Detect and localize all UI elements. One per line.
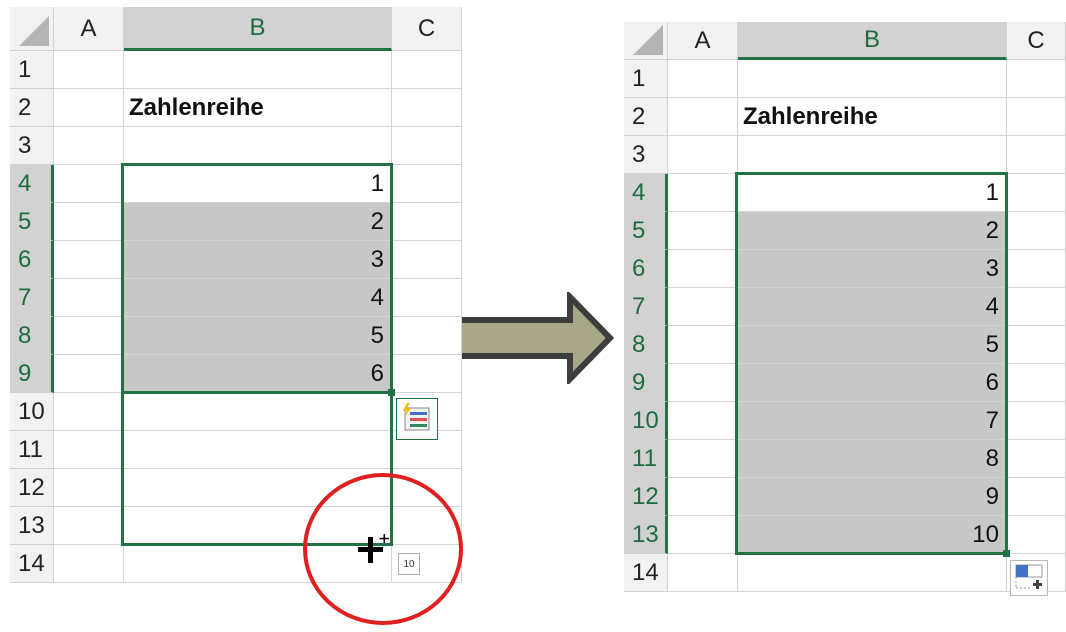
autofill-options-button[interactable]: [1010, 560, 1048, 596]
cell-c6[interactable]: [1007, 250, 1066, 288]
row-header-2[interactable]: 2: [10, 89, 54, 127]
cell-c4[interactable]: [1007, 174, 1066, 212]
cell-b3[interactable]: [124, 127, 392, 165]
cell-c12[interactable]: [1007, 478, 1066, 516]
row-header-3[interactable]: 3: [624, 136, 668, 174]
column-header-c[interactable]: C: [1007, 22, 1066, 60]
row-header-7[interactable]: 7: [624, 288, 668, 326]
row-header-13[interactable]: 13: [10, 507, 54, 545]
cell-b2-title: Zahlenreihe: [129, 94, 264, 121]
cell-c9[interactable]: [392, 355, 462, 393]
cell-a6[interactable]: [668, 250, 738, 288]
cell-a10[interactable]: [54, 393, 124, 431]
cell-a6[interactable]: [54, 241, 124, 279]
cell-c9[interactable]: [1007, 364, 1066, 402]
cell-c1[interactable]: [1007, 60, 1066, 98]
row-header-4[interactable]: 4: [10, 165, 54, 203]
cell-a7[interactable]: [54, 279, 124, 317]
cell-b3[interactable]: [738, 136, 1007, 174]
cell-a8[interactable]: [668, 326, 738, 364]
cell-b1[interactable]: [738, 60, 1007, 98]
cell-c10[interactable]: [1007, 402, 1066, 440]
row-header-3[interactable]: 3: [10, 127, 54, 165]
cell-c7[interactable]: [1007, 288, 1066, 326]
row-header-2[interactable]: 2: [624, 98, 668, 136]
row-header-5[interactable]: 5: [624, 212, 668, 250]
cell-c6[interactable]: [392, 241, 462, 279]
cell-a2[interactable]: [668, 98, 738, 136]
cell-a14[interactable]: [668, 554, 738, 592]
row-header-12[interactable]: 12: [624, 478, 668, 516]
cell-a7[interactable]: [668, 288, 738, 326]
row-header-14[interactable]: 14: [624, 554, 668, 592]
cell-c11[interactable]: [1007, 440, 1066, 478]
row-header-8[interactable]: 8: [624, 326, 668, 364]
row-header-9[interactable]: 9: [10, 355, 54, 393]
cell-a12[interactable]: [668, 478, 738, 516]
cell-c5[interactable]: [1007, 212, 1066, 250]
row-header-11[interactable]: 11: [624, 440, 668, 478]
fill-handle[interactable]: [1003, 550, 1010, 557]
cell-a10[interactable]: [668, 402, 738, 440]
cell-c4[interactable]: [392, 165, 462, 203]
selection-range: [121, 163, 393, 394]
row-header-11[interactable]: 11: [10, 431, 54, 469]
cell-c2[interactable]: [392, 89, 462, 127]
row-header-5[interactable]: 5: [10, 203, 54, 241]
cell-a9[interactable]: [668, 364, 738, 402]
cell-a5[interactable]: [54, 203, 124, 241]
cell-a3[interactable]: [668, 136, 738, 174]
row-header-6[interactable]: 6: [10, 241, 54, 279]
cell-a1[interactable]: [668, 60, 738, 98]
cell-b14[interactable]: [738, 554, 1007, 592]
highlight-circle: [303, 473, 463, 625]
selection-range: [735, 172, 1008, 555]
flash-fill-icon: [403, 403, 430, 431]
cell-a13[interactable]: [668, 516, 738, 554]
cell-a2[interactable]: [54, 89, 124, 127]
cell-c1[interactable]: [392, 51, 462, 89]
row-header-8[interactable]: 8: [10, 317, 54, 355]
cell-c8[interactable]: [1007, 326, 1066, 364]
autofill-options-icon: [1015, 564, 1043, 589]
cell-a12[interactable]: [54, 469, 124, 507]
cell-c5[interactable]: [392, 203, 462, 241]
cell-c13[interactable]: [1007, 516, 1066, 554]
cell-a14[interactable]: [54, 545, 124, 583]
cell-a13[interactable]: [54, 507, 124, 545]
cell-a3[interactable]: [54, 127, 124, 165]
fill-handle[interactable]: [388, 389, 395, 396]
cell-a1[interactable]: [54, 51, 124, 89]
row-header-1[interactable]: 1: [10, 51, 54, 89]
row-header-13[interactable]: 13: [624, 516, 668, 554]
column-header-b[interactable]: B: [738, 22, 1007, 60]
row-header-12[interactable]: 12: [10, 469, 54, 507]
row-header-9[interactable]: 9: [624, 364, 668, 402]
cell-a9[interactable]: [54, 355, 124, 393]
cell-c3[interactable]: [1007, 136, 1066, 174]
row-header-6[interactable]: 6: [624, 250, 668, 288]
cell-c3[interactable]: [392, 127, 462, 165]
cell-b1[interactable]: [124, 51, 392, 89]
row-header-1[interactable]: 1: [624, 60, 668, 98]
flash-fill-button[interactable]: [396, 398, 438, 440]
row-header-4[interactable]: 4: [624, 174, 668, 212]
cell-b2-title: Zahlenreihe: [743, 103, 878, 130]
cell-a4[interactable]: [668, 174, 738, 212]
cell-a4[interactable]: [54, 165, 124, 203]
select-all-corner[interactable]: [624, 22, 668, 60]
row-header-7[interactable]: 7: [10, 279, 54, 317]
row-header-10[interactable]: 10: [624, 402, 668, 440]
cell-a11[interactable]: [668, 440, 738, 478]
column-header-a[interactable]: A: [668, 22, 738, 60]
cell-c7[interactable]: [392, 279, 462, 317]
cell-a8[interactable]: [54, 317, 124, 355]
cell-a5[interactable]: [668, 212, 738, 250]
row-header-10[interactable]: 10: [10, 393, 54, 431]
row-header-14[interactable]: 14: [10, 545, 54, 583]
cell-c8[interactable]: [392, 317, 462, 355]
cell-c2[interactable]: [1007, 98, 1066, 136]
cell-a11[interactable]: [54, 431, 124, 469]
